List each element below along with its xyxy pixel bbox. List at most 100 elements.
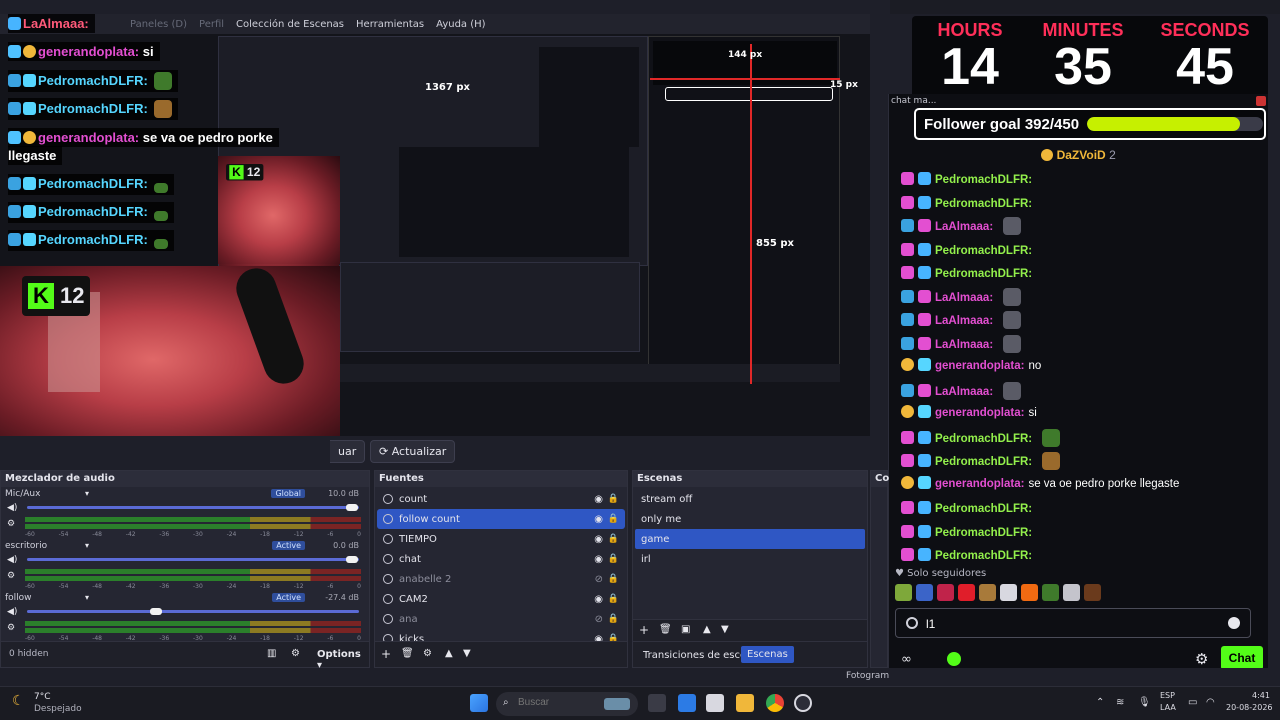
task-view-icon[interactable] xyxy=(648,694,666,712)
app-icon[interactable] xyxy=(706,694,724,712)
lock-icon[interactable]: 🔒 xyxy=(608,514,619,524)
move-up-icon[interactable]: ▲ xyxy=(445,648,453,659)
move-up-icon[interactable]: ▲ xyxy=(703,624,711,635)
weather-desc[interactable]: Despejado xyxy=(34,704,82,714)
chat-username[interactable]: LaAlmaaa: xyxy=(935,292,993,304)
emote-icon[interactable] xyxy=(1042,584,1059,601)
trash-icon[interactable]: 🗑 xyxy=(659,624,672,635)
chat-username[interactable]: PedromachDLFR: xyxy=(935,433,1032,445)
chat-username[interactable]: PedromachDLFR: xyxy=(935,174,1032,186)
source-item[interactable]: CAM2 ◉ 🔒 xyxy=(377,589,625,609)
scene-item[interactable]: game xyxy=(635,529,865,549)
emote-icon[interactable] xyxy=(1021,584,1038,601)
chat-username[interactable]: PedromachDLFR: xyxy=(935,503,1032,515)
weather-temp[interactable]: 7°C xyxy=(34,692,51,702)
windows-start-icon[interactable] xyxy=(470,694,488,712)
volume-slider[interactable] xyxy=(27,610,359,613)
speaker-icon[interactable]: ◀) xyxy=(7,503,17,513)
eye-hidden-icon[interactable]: ⊘ xyxy=(595,574,603,585)
lang-top[interactable]: ESP xyxy=(1160,691,1175,700)
settings-icon[interactable]: ⚙ xyxy=(7,571,15,581)
chat-username[interactable]: LaAlmaaa: xyxy=(935,221,993,233)
network-icon[interactable]: ≋ xyxy=(1116,697,1124,708)
chat-username[interactable]: generandoplata: xyxy=(935,478,1024,490)
add-source-icon[interactable]: + xyxy=(381,647,391,661)
source-item[interactable]: anabelle 2 ⊘ 🔒 xyxy=(377,569,625,589)
source-item[interactable]: ana ⊘ 🔒 xyxy=(377,609,625,629)
chrome-icon[interactable] xyxy=(766,694,784,712)
eye-hidden-icon[interactable]: ⊘ xyxy=(595,614,603,625)
mixer-settings-icon[interactable]: ⚙ xyxy=(291,648,300,659)
display-icon[interactable]: ▭ xyxy=(1188,697,1197,708)
source-item[interactable]: count ◉ 🔒 xyxy=(377,489,625,509)
add-scene-icon[interactable]: + xyxy=(639,623,649,637)
menu-herramientas[interactable]: Herramientas xyxy=(356,19,424,30)
lock-icon[interactable]: 🔒 xyxy=(608,554,619,564)
lock-icon[interactable]: 🔒 xyxy=(608,574,619,584)
taskbar-search[interactable]: ⌕ xyxy=(496,692,638,716)
volume-knob[interactable] xyxy=(346,556,359,563)
menu-paneles[interactable]: Paneles (D) xyxy=(130,19,187,30)
scene-item[interactable]: stream off xyxy=(635,489,865,509)
move-down-icon[interactable]: ▼ xyxy=(721,624,729,635)
volume-slider[interactable] xyxy=(27,558,359,561)
scene-item[interactable]: only me xyxy=(635,509,865,529)
obs-icon[interactable] xyxy=(794,694,812,712)
lock-icon[interactable]: 🔒 xyxy=(608,534,619,544)
eye-icon[interactable]: ◉ xyxy=(594,534,603,545)
clock-date[interactable]: 20-08-2026 xyxy=(1226,703,1273,712)
emote-icon[interactable] xyxy=(1063,584,1080,601)
gear-icon[interactable]: ⚙ xyxy=(1195,650,1208,668)
chat-input[interactable] xyxy=(926,615,1216,632)
layout-icon[interactable]: ▥ xyxy=(267,648,276,659)
source-item[interactable]: chat ◉ 🔒 xyxy=(377,549,625,569)
chat-username[interactable]: LaAlmaaa: xyxy=(935,386,993,398)
speaker-icon[interactable]: ◀) xyxy=(7,555,17,565)
infinity-icon[interactable]: ∞ xyxy=(901,652,912,667)
emote-icon[interactable] xyxy=(1000,584,1017,601)
move-down-icon[interactable]: ▼ xyxy=(463,648,471,659)
chat-username[interactable]: PedromachDLFR: xyxy=(935,198,1032,210)
chat-username[interactable]: PedromachDLFR: xyxy=(935,245,1032,257)
menu-perfil[interactable]: Perfil xyxy=(199,19,224,30)
speaker-icon[interactable]: ◀) xyxy=(7,607,17,617)
mic-icon[interactable]: 🎙 xyxy=(1138,697,1151,708)
source-item[interactable]: TIEMPO ◉ 🔒 xyxy=(377,529,625,549)
eye-icon[interactable]: ◉ xyxy=(594,514,603,525)
gear-icon[interactable]: ⚙ xyxy=(423,648,432,659)
lock-icon[interactable]: 🔒 xyxy=(608,494,619,504)
wifi-icon[interactable]: ◠ xyxy=(1206,697,1215,708)
taskbar-search-input[interactable] xyxy=(518,697,598,708)
chat-username[interactable]: PedromachDLFR: xyxy=(935,527,1032,539)
chat-username[interactable]: LaAlmaaa: xyxy=(935,339,993,351)
emote-icon[interactable] xyxy=(916,584,933,601)
chat-username[interactable]: PedromachDLFR: xyxy=(935,550,1032,562)
lock-icon[interactable]: 🔒 xyxy=(608,594,619,604)
chat-input-box[interactable] xyxy=(895,608,1251,638)
app-icon[interactable] xyxy=(678,694,696,712)
eye-icon[interactable]: ◉ xyxy=(594,554,603,565)
emote-icon[interactable] xyxy=(895,584,912,601)
clock-time[interactable]: 4:41 xyxy=(1252,691,1270,700)
filter-icon[interactable]: ▣ xyxy=(681,624,690,635)
source-item[interactable]: follow count ◉ 🔒 xyxy=(377,509,625,529)
chat-username[interactable]: generandoplata: xyxy=(935,407,1024,419)
chevron-down-icon[interactable]: ▾ xyxy=(85,593,89,602)
menu-coleccion-escenas[interactable]: Colección de Escenas xyxy=(236,19,344,30)
eye-icon[interactable]: ◉ xyxy=(594,494,603,505)
lock-icon[interactable]: 🔒 xyxy=(608,614,619,624)
emote-icon[interactable] xyxy=(1084,584,1101,601)
chat-send-button[interactable]: Chat xyxy=(1221,646,1263,670)
scene-item[interactable]: irl xyxy=(635,549,865,569)
partial-button[interactable]: uar xyxy=(330,440,366,463)
lang-bottom[interactable]: LAA xyxy=(1160,703,1176,712)
emote-icon[interactable] xyxy=(958,584,975,601)
trash-icon[interactable]: 🗑 xyxy=(401,648,414,659)
eye-icon[interactable]: ◉ xyxy=(594,594,603,605)
settings-icon[interactable]: ⚙ xyxy=(7,519,15,529)
chevron-up-icon[interactable]: ⌃ xyxy=(1096,697,1104,708)
chat-username[interactable]: PedromachDLFR: xyxy=(935,456,1032,468)
chat-username[interactable]: generandoplata: xyxy=(935,360,1024,372)
folder-icon[interactable] xyxy=(736,694,754,712)
chat-username[interactable]: LaAlmaaa: xyxy=(935,315,993,327)
